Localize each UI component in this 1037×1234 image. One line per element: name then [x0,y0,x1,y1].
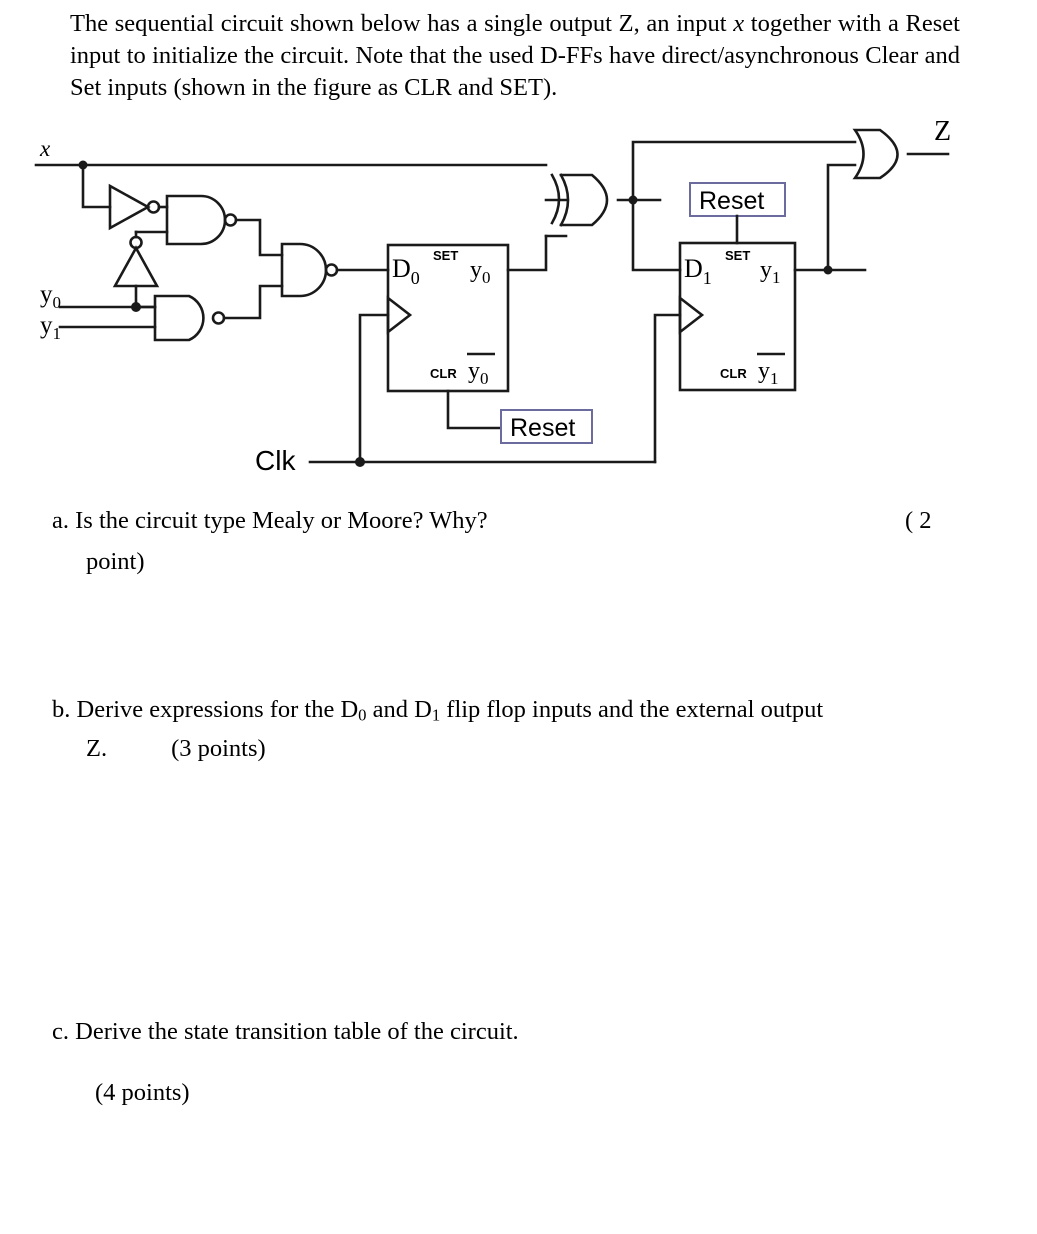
document-page: The sequential circuit shown below has a… [0,0,1037,1234]
question-b-z: Z. [86,735,108,762]
ff1-clr-label: CLR [720,366,747,381]
wire-clk-to-ff0 [358,313,390,464]
ff0-qbar-label: y0 [468,358,489,388]
question-b-part3: flip flop inputs and the external output [440,696,824,723]
question-a-points: ( 2 [905,507,932,534]
ff0-d-label: D0 [392,254,420,288]
question-a-points-cont: point) [86,548,145,575]
ff0-clr-label: CLR [430,366,457,381]
junction-dot-x [78,160,88,170]
junction-dot-clk [355,457,365,467]
ff1-d-label: D1 [684,254,712,288]
question-a-text: a. Is the circuit type Mealy or Moore? W… [52,507,488,534]
wire-x-to-inverter [81,163,112,209]
wire-nand1-out-to-nand3 [234,218,284,257]
nand1-bubble [223,213,238,227]
question-b-points: (3 points) [171,735,266,762]
nand3-bubble [324,263,339,277]
label-input-x: x [39,136,51,161]
inverter-y0-body [112,245,160,288]
ff0-set-label: SET [433,248,458,263]
intro-italic-x: x [733,10,745,37]
label-input-y0: y0 [40,281,61,312]
wire-nand2-out-to-nand3 [222,284,284,320]
label-output-z: Z [934,120,951,147]
nand3-body [280,242,328,298]
circuit-diagram: x y0 y1 Clk Z D0 SET y0 CLR y0 D1 SET y1… [0,120,1037,490]
question-b-sub0: 0 [358,705,367,725]
label-input-y1: y1 [40,312,61,343]
intro-paragraph: The sequential circuit shown below has a… [70,8,960,104]
question-b-second-line: Z. (3 points) [86,733,266,765]
junction-dot-y0 [131,302,141,312]
ff0-q-label: y0 [470,257,491,287]
ff1-clock-triangle [678,295,705,335]
inverter-x-body [108,183,151,231]
wire-xor-to-d1 [631,198,682,272]
intro-line1-part2: together [744,10,832,37]
question-c-text: c. Derive the state transition table of … [52,1018,519,1045]
question-b-text: b. Derive expressions for the D0 and D1 … [52,694,823,732]
label-clk: Clk [255,445,296,476]
intro-line1-part1: The sequential circuit shown below has a… [70,10,734,37]
wire-ff0-q-to-xor [506,234,548,272]
reset-label-ff1: Reset [699,187,764,215]
question-c-points: (4 points) [95,1079,190,1106]
wire-ff1-q-to-or-bottom [826,163,857,272]
question-b-part1: b. Derive expressions for the D [52,696,359,723]
or-gate-body [852,128,899,180]
wire-ff0-clr-to-reset [446,389,503,430]
reset-label-ff0: Reset [510,414,575,442]
ff1-set-label: SET [725,248,750,263]
question-b-part2: and D [366,696,432,723]
nand2-body [153,294,205,342]
wire-clk-to-ff1 [653,313,682,464]
nand1-body [165,194,227,246]
ff0-clock-triangle [386,295,413,335]
question-b-sub1: 1 [431,705,441,725]
nand2-bubble [211,311,226,325]
ff1-q-label: y1 [760,257,781,287]
ff1-qbar-label: y1 [758,358,779,388]
